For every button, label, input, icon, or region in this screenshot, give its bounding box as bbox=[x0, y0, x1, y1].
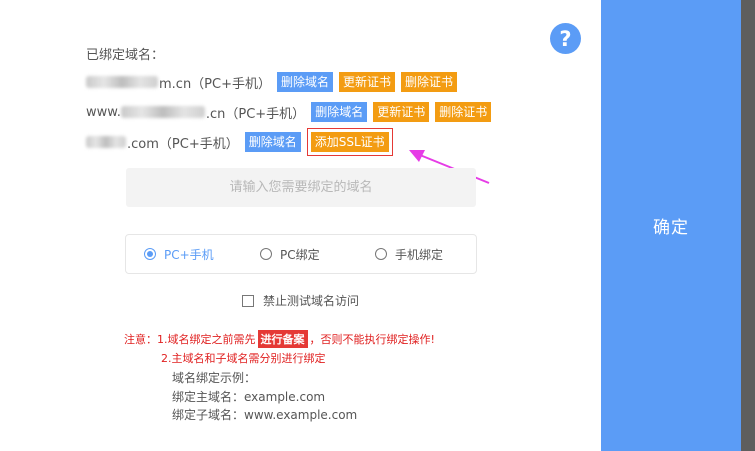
radio-unchecked-icon bbox=[375, 248, 387, 260]
radio-label: 手机绑定 bbox=[395, 247, 444, 262]
radio-pc-mobile[interactable]: PC+手机 bbox=[144, 246, 214, 263]
checkbox-icon[interactable] bbox=[242, 294, 254, 307]
add-ssl-cert-button[interactable]: 添加SSL证书 bbox=[310, 132, 389, 152]
example-title: 域名绑定示例： bbox=[172, 371, 257, 385]
filing-highlight[interactable]: 进行备案 bbox=[257, 330, 308, 348]
domain-prefix: www. bbox=[86, 104, 121, 120]
bound-domain-row: .com（PC+手机） 删除域名 添加SSL证书 bbox=[86, 128, 393, 156]
delete-domain-button[interactable]: 删除域名 bbox=[277, 72, 334, 92]
delete-domain-button[interactable]: 删除域名 bbox=[244, 132, 301, 152]
radio-label: PC绑定 bbox=[280, 247, 320, 262]
bound-domains-title: 已绑定域名： bbox=[86, 48, 165, 63]
example-sub-domain: 绑定子域名：www.example.com bbox=[172, 408, 358, 422]
domain-text: .cn（PC+手机） bbox=[205, 106, 306, 122]
blurred-domain-part bbox=[86, 76, 158, 88]
bind-mode-radio-group: PC+手机 PC绑定 手机绑定 bbox=[125, 234, 477, 274]
domain-input[interactable] bbox=[126, 168, 476, 207]
block-test-domain-checkbox[interactable]: 禁止测试域名访问 bbox=[242, 292, 359, 309]
example-main-domain: 绑定主域名：example.com bbox=[172, 390, 326, 404]
note-text: 2.主域名和子域名需分别进行绑定 bbox=[161, 352, 326, 365]
blurred-domain-part bbox=[120, 106, 205, 118]
checkbox-label: 禁止测试域名访问 bbox=[263, 294, 360, 308]
bind-domain-dialog: ? 已绑定域名： m.cn（PC+手机） 删除域名 更新证书 删除证书 www.… bbox=[0, 0, 741, 451]
delete-domain-button[interactable]: 删除域名 bbox=[311, 102, 368, 122]
radio-mobile[interactable]: 手机绑定 bbox=[375, 246, 443, 263]
ssl-highlight-box: 添加SSL证书 bbox=[306, 128, 393, 156]
delete-cert-button[interactable]: 删除证书 bbox=[401, 72, 458, 92]
radio-checked-icon bbox=[144, 248, 156, 260]
window-edge bbox=[741, 0, 755, 451]
update-cert-button[interactable]: 更新证书 bbox=[339, 72, 396, 92]
bound-domain-row: www. .cn（PC+手机） 删除域名 更新证书 删除证书 bbox=[86, 101, 492, 123]
radio-label: PC+手机 bbox=[164, 247, 214, 262]
note-line-1: 注意：1.域名绑定之前需先 进行备案 ，否则不能执行绑定操作! bbox=[124, 330, 435, 348]
radio-unchecked-icon bbox=[260, 248, 272, 260]
note-text: 注意：1.域名绑定之前需先 bbox=[124, 333, 256, 346]
note-line-2: 2.主域名和子域名需分别进行绑定 bbox=[161, 350, 326, 366]
note-text: ，否则不能执行绑定操作! bbox=[309, 333, 435, 346]
blurred-domain-part bbox=[86, 136, 126, 148]
delete-cert-button[interactable]: 删除证书 bbox=[435, 102, 492, 122]
confirm-button[interactable]: 确定 bbox=[601, 0, 741, 451]
confirm-label: 确定 bbox=[653, 218, 689, 238]
domain-text: .com（PC+手机） bbox=[127, 136, 239, 152]
update-cert-button[interactable]: 更新证书 bbox=[373, 102, 430, 122]
domain-text: m.cn（PC+手机） bbox=[159, 76, 271, 92]
help-icon[interactable]: ? bbox=[550, 23, 581, 54]
bound-domain-row: m.cn（PC+手机） 删除域名 更新证书 删除证书 bbox=[86, 71, 458, 93]
radio-pc[interactable]: PC绑定 bbox=[260, 246, 320, 263]
